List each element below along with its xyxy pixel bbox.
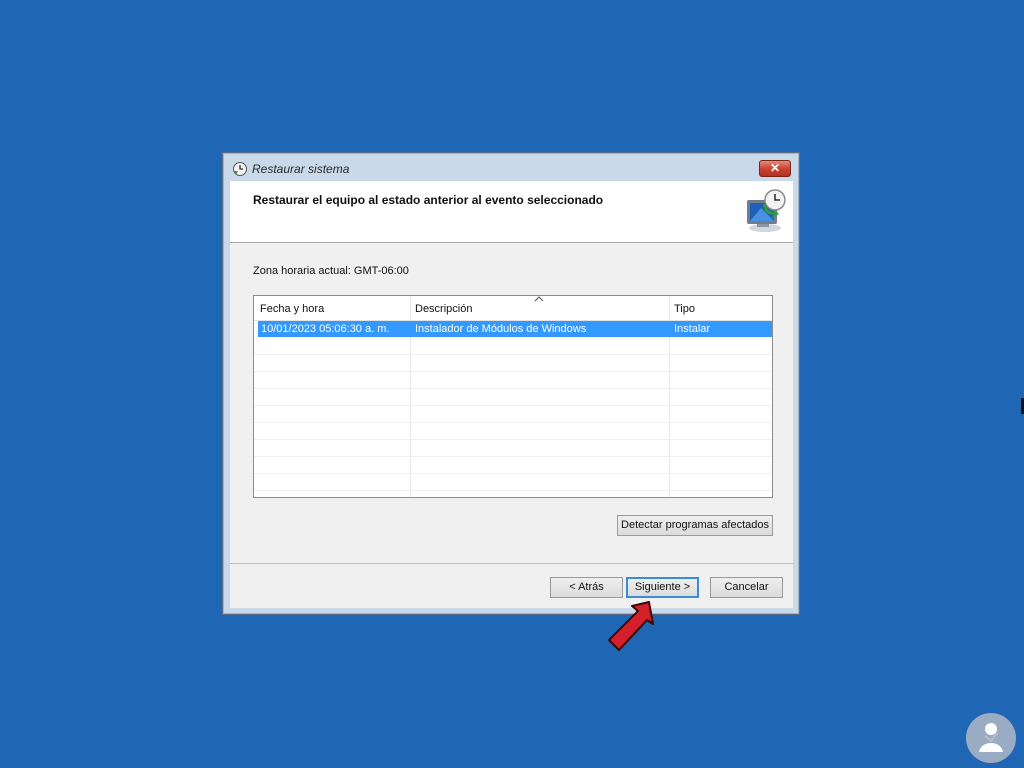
back-button[interactable]: < Atrás: [550, 577, 623, 598]
row-gridline: [254, 422, 772, 423]
table-row[interactable]: 10/01/2023 05:06:30 a. m. Instalador de …: [258, 321, 772, 337]
column-header-date[interactable]: Fecha y hora: [260, 303, 324, 315]
row-gridline: [254, 388, 772, 389]
next-button[interactable]: Siguiente >: [626, 577, 699, 598]
dialog-header: Restaurar el equipo al estado anterior a…: [230, 181, 793, 243]
cancel-button[interactable]: Cancelar: [710, 577, 783, 598]
row-gridline: [254, 473, 772, 474]
system-restore-icon: [747, 189, 786, 232]
close-button[interactable]: ✕: [759, 160, 791, 177]
system-restore-window: Restaurar sistema ✕ Restaurar el equipo …: [222, 152, 800, 615]
pointer-arrow-icon: [608, 601, 654, 651]
row-description: Instalador de Módulos de Windows: [415, 323, 587, 335]
row-gridline: [254, 490, 772, 491]
timezone-label: Zona horaria actual: GMT-06:00: [253, 265, 409, 277]
row-gridline: [254, 439, 772, 440]
system-restore-small-icon: [233, 162, 247, 176]
row-date: 10/01/2023 05:06:30 a. m.: [261, 323, 390, 335]
window-title: Restaurar sistema: [252, 162, 350, 176]
restore-points-list[interactable]: Fecha y hora Descripción Tipo 10/01/2023…: [253, 295, 773, 498]
footer-divider: [230, 563, 793, 564]
column-header-description[interactable]: Descripción: [415, 303, 472, 315]
close-icon: ✕: [769, 161, 781, 175]
column-header-type[interactable]: Tipo: [674, 303, 695, 315]
row-gridline: [254, 405, 772, 406]
page-title: Restaurar el equipo al estado anterior a…: [253, 193, 604, 207]
solvetic-logo: [966, 713, 1016, 763]
detect-affected-programs-button[interactable]: Detectar programas afectados: [617, 515, 773, 536]
row-gridline: [254, 354, 772, 355]
row-gridline: [254, 371, 772, 372]
row-gridline: [254, 456, 772, 457]
list-header: Fecha y hora Descripción Tipo: [254, 296, 772, 321]
title-bar[interactable]: Restaurar sistema ✕: [223, 153, 799, 181]
dialog-content: Restaurar el equipo al estado anterior a…: [230, 181, 793, 608]
sort-ascending-icon: [534, 296, 544, 302]
row-type: Instalar: [674, 323, 711, 335]
